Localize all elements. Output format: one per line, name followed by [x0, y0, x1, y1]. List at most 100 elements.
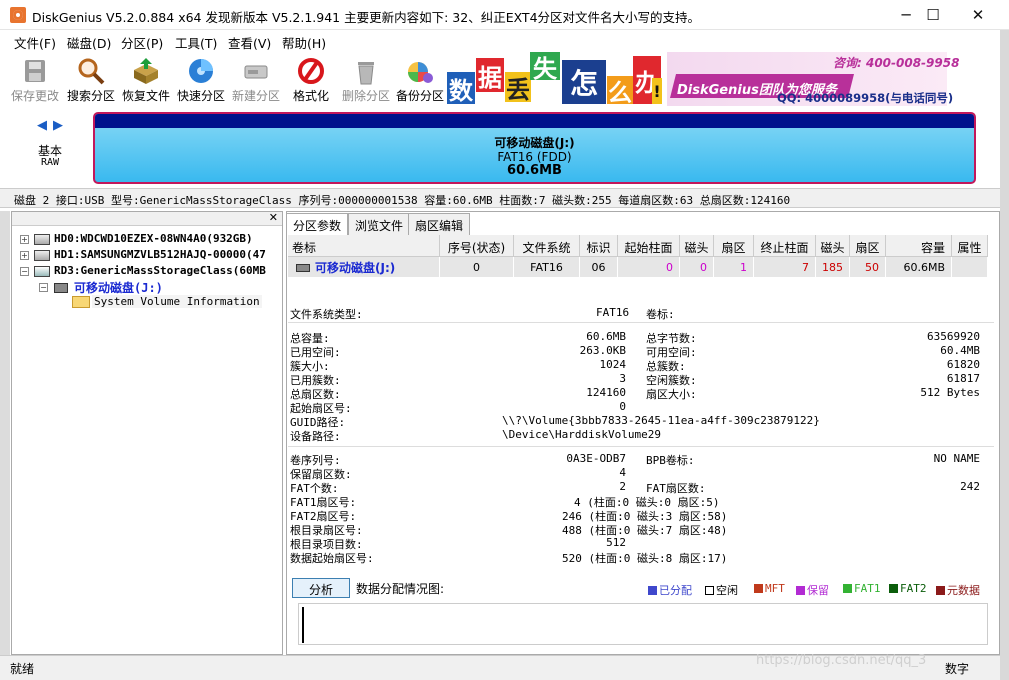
close-button[interactable]: ✕ [955, 0, 1001, 30]
menu-help[interactable]: 帮助(H) [282, 33, 326, 52]
distribution-label: 数据分配情况图: [356, 582, 445, 596]
col-header[interactable]: 属性 [952, 235, 988, 257]
legend-reserved: 保留 [796, 582, 829, 598]
col-header[interactable]: 容量 [886, 235, 952, 257]
col-header[interactable]: 卷标 [288, 235, 440, 257]
save-icon [25, 60, 45, 82]
tree-node-rd3[interactable]: RD3:GenericMassStorageClass(60MB [54, 264, 266, 277]
backup-partition-button[interactable]: 备份分区 [392, 52, 448, 104]
tree-node-hd0[interactable]: HD0:WDCWD10EZEX-08WN4A0(932GB) [54, 232, 253, 245]
banner-tile: 怎 [562, 60, 606, 104]
new-partition-button[interactable]: 新建分区 [228, 52, 284, 104]
backup-icon [408, 62, 433, 83]
recover-box-icon [134, 58, 158, 84]
next-disk-icon[interactable]: ▶ [53, 118, 63, 133]
legend-swatch [843, 584, 852, 593]
format-button[interactable]: 格式化 [283, 52, 339, 104]
distribution-map [298, 603, 988, 645]
prev-disk-icon[interactable]: ◀ [37, 118, 47, 133]
col-header[interactable]: 磁头 [680, 235, 714, 257]
expand-hd0-icon[interactable]: + [20, 235, 29, 244]
table-row-cell[interactable]: 可移动磁盘(J:) [288, 257, 440, 277]
tree-node-system-volume-info[interactable]: System Volume Information [92, 295, 262, 308]
col-header[interactable]: 标识 [580, 235, 618, 257]
menu-disk[interactable]: 磁盘(D) [67, 33, 111, 52]
row-start-cyl: 0 [618, 257, 680, 277]
collapse-rd3-icon[interactable]: − [20, 267, 29, 276]
legend-free: 空闲 [705, 582, 738, 598]
watermark: https://blog.csdn.net/qq_3 [756, 653, 927, 668]
window-title: DiskGenius V5.2.0.884 x64 发现新版本 V5.2.1.9… [32, 10, 701, 25]
format-icon [298, 58, 324, 84]
tab-sector-edit[interactable]: 扇区编辑 [408, 213, 471, 235]
row-capacity: 60.6MB [886, 257, 952, 277]
col-header[interactable]: 终止柱面 [754, 235, 816, 257]
banner-tile: 么 [607, 76, 633, 107]
save-changes-button[interactable]: 保存更改 [7, 52, 63, 104]
col-header[interactable]: 扇区 [850, 235, 886, 257]
partition-block[interactable]: 可移动磁盘(J:) FAT16 (FDD) 60.6MB [93, 112, 976, 184]
col-header[interactable]: 磁头 [816, 235, 850, 257]
legend-fat2: FAT2 [889, 582, 927, 595]
disk-type-label: RAW [41, 157, 60, 168]
removable-disk-icon [34, 266, 50, 277]
recover-files-button[interactable]: 恢复文件 [118, 52, 174, 104]
col-header[interactable]: 起始柱面 [618, 235, 680, 257]
magnifier-icon [78, 58, 105, 85]
col-header[interactable]: 文件系统 [514, 235, 580, 257]
menu-file[interactable]: 文件(F) [14, 33, 56, 52]
search-partition-button[interactable]: 搜索分区 [63, 52, 119, 104]
close-pane-icon[interactable]: ✕ [269, 211, 278, 224]
hard-disk-icon [34, 234, 50, 245]
banner-phone: 咨询: 400-008-9958 [833, 56, 960, 70]
col-header[interactable]: 扇区 [714, 235, 754, 257]
detail-value: 124160 [586, 386, 626, 399]
collapse-partition-icon[interactable]: − [39, 283, 48, 292]
tab-browse-files[interactable]: 浏览文件 [348, 213, 411, 235]
maximize-button[interactable]: ☐ [910, 0, 956, 30]
menu-tools[interactable]: 工具(T) [175, 33, 217, 52]
menu-view[interactable]: 查看(V) [228, 33, 271, 52]
row-id: 06 [580, 257, 618, 277]
partition-block-size: 60.6MB [507, 163, 562, 178]
legend-swatch [796, 586, 805, 595]
legend-swatch [648, 586, 657, 595]
banner-tile: 失 [530, 52, 560, 83]
menu-bar: 文件(F) 磁盘(D) 分区(P) 工具(T) 查看(V) 帮助(H) [0, 30, 1000, 52]
analyze-button[interactable]: 分析 [292, 578, 350, 598]
detail-value: 60.6MB [586, 330, 626, 343]
guid-path-value: \\?\Volume{3bbb7833-2645-11ea-a4ff-309c2… [502, 414, 820, 427]
fs-type-label: 文件系统类型: [290, 308, 363, 321]
expand-hd1-icon[interactable]: + [20, 251, 29, 260]
root-entries-value: 512 [606, 536, 626, 549]
delete-partition-button[interactable]: 删除分区 [338, 52, 394, 104]
data-start-label: 数据起始扇区号: [290, 552, 374, 565]
fat-sectors-value: 242 [960, 480, 980, 493]
legend-swatch [705, 586, 714, 595]
tab-partition-params[interactable]: 分区参数 [286, 213, 349, 236]
legend-swatch [754, 584, 763, 593]
tree-node-partition[interactable]: 可移动磁盘(J:) [74, 279, 163, 296]
volume-label-label: 卷标: [646, 308, 675, 321]
bpb-label: BPB卷标: [646, 454, 695, 467]
detail-value: 60.4MB [940, 344, 980, 357]
legend-swatch [936, 586, 945, 595]
row-end-cyl: 7 [754, 257, 816, 277]
row-fs: FAT16 [514, 257, 580, 277]
bpb-value: NO NAME [933, 452, 980, 465]
fat-count-value: 2 [619, 480, 626, 493]
promo-banner[interactable]: 数 据 丢 失 怎 么 办 ! DiskGenius团队为您服务 咨询: 400… [447, 52, 959, 107]
tree-node-hd1[interactable]: HD1:SAMSUNGMZVLB512HAJQ-00000(47 [54, 248, 266, 261]
detail-value: 1024 [599, 358, 627, 371]
detail-key: 扇区大小: [646, 388, 697, 401]
serial-value: 0A3E-ODB7 [566, 452, 626, 465]
background-strip [0, 211, 10, 655]
row-start-head: 0 [680, 257, 714, 277]
menu-partition[interactable]: 分区(P) [121, 33, 163, 52]
quick-partition-button[interactable]: 快速分区 [173, 52, 229, 104]
disk-info-line: 磁盘 2 接口:USB 型号:GenericMassStorageClass 序… [0, 188, 1000, 208]
col-header[interactable]: 序号(状态) [440, 235, 514, 257]
title-bar: DiskGenius V5.2.0.884 x64 发现新版本 V5.2.1.9… [0, 0, 1009, 30]
reserved-value: 4 [619, 466, 626, 479]
device-path-label: 设备路径: [290, 430, 341, 443]
